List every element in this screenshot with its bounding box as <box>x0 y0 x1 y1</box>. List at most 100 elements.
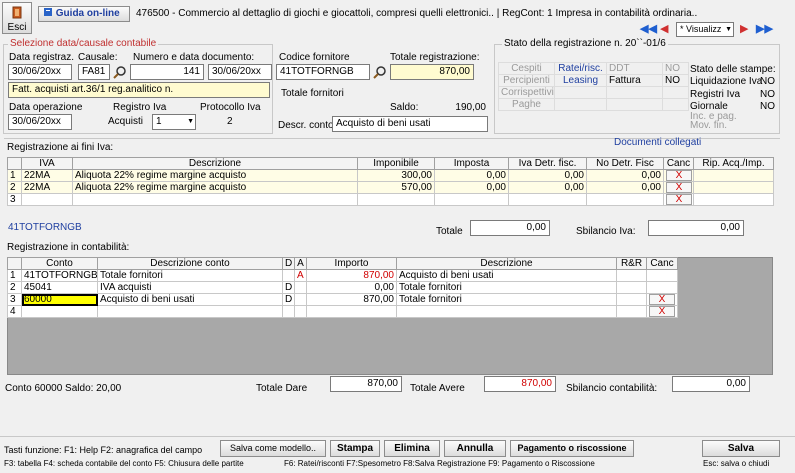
iva-detr-cell[interactable] <box>508 193 587 206</box>
descr-conto-cell[interactable]: Totale fornitori <box>97 269 283 282</box>
delete-row-button[interactable]: X <box>649 294 675 305</box>
descr-conto-cell[interactable] <box>97 305 283 318</box>
importo-cell[interactable]: 870,00 <box>306 293 397 306</box>
row-number: 2 <box>7 181 22 194</box>
iva-table: IVA Descrizione Imponibile Imposta Iva D… <box>7 157 774 206</box>
table-row[interactable]: 2 22MA Aliquota 22% regime margine acqui… <box>7 181 774 194</box>
imposta-cell[interactable]: 0,00 <box>434 169 509 182</box>
rr-cell[interactable] <box>616 281 647 294</box>
conto-cell-active[interactable]: 60000 <box>21 293 98 306</box>
stato-cell <box>662 98 689 111</box>
descr-conto-field[interactable]: Acquisto di beni usati <box>332 116 488 132</box>
rr-cell[interactable] <box>616 305 647 318</box>
search-icon[interactable] <box>373 66 386 79</box>
dare-cell[interactable] <box>282 269 295 282</box>
table-row[interactable]: 2 45041 IVA acquisti D 0,00 Totale forni… <box>7 281 678 294</box>
iva-header: IVA <box>21 157 73 170</box>
dare-cell[interactable] <box>282 305 295 318</box>
conto-cell[interactable]: 45041 <box>21 281 98 294</box>
imposta-cell[interactable]: 0,00 <box>434 181 509 194</box>
avere-cell[interactable] <box>294 305 307 318</box>
importo-cell[interactable]: 870,00 <box>306 269 397 282</box>
iva-detr-cell[interactable]: 0,00 <box>508 169 587 182</box>
codice-fornitore-field[interactable]: 41TOTFORNGB <box>276 64 370 80</box>
nav-prev-icon[interactable]: ◀ <box>660 22 672 36</box>
rip-cell[interactable] <box>693 169 774 182</box>
salva-button[interactable]: Salva <box>702 440 780 457</box>
dare-cell[interactable]: D <box>282 281 295 294</box>
iva-code-cell[interactable]: 22MA <box>21 169 73 182</box>
nav-next-icon[interactable]: ▶ <box>740 22 752 36</box>
avere-cell[interactable] <box>294 281 307 294</box>
table-row[interactable]: 1 41TOTFORNGB Totale fornitori A 870,00 … <box>7 269 678 282</box>
annulla-button[interactable]: Annulla <box>444 440 506 457</box>
iva-descr-cell[interactable] <box>72 193 358 206</box>
iva-code-cell[interactable] <box>21 193 73 206</box>
conto-cell[interactable]: 41TOTFORNGB <box>21 269 98 282</box>
stato-cell: Percipienti <box>498 74 555 87</box>
imponibile-cell[interactable]: 300,00 <box>357 169 435 182</box>
delete-row-button[interactable]: X <box>666 194 692 205</box>
delete-row-button[interactable]: X <box>649 306 675 317</box>
esci-button[interactable]: Esci <box>2 2 32 34</box>
iva-descr-cell[interactable]: Aliquota 22% regime margine acquisto <box>72 181 358 194</box>
stampa-button[interactable]: Stampa <box>330 440 380 457</box>
imposta-cell[interactable] <box>434 193 509 206</box>
no-detr-cell[interactable]: 0,00 <box>586 169 664 182</box>
causale-field[interactable]: FA81 <box>78 64 110 80</box>
table-row[interactable]: 3 X <box>7 193 774 206</box>
descr-conto-cell[interactable]: Acquisto di beni usati <box>97 293 283 306</box>
totale-reg-field[interactable]: 870,00 <box>390 64 474 80</box>
elimina-button[interactable]: Elimina <box>384 440 440 457</box>
numero-field[interactable]: 141 <box>130 64 204 80</box>
registro-select[interactable]: 1 ▼ <box>152 114 196 130</box>
rip-cell[interactable] <box>693 181 774 194</box>
view-select[interactable]: * Visualizz ▼ <box>676 22 734 37</box>
chevron-down-icon: ▼ <box>725 26 732 33</box>
delete-row-button[interactable]: X <box>666 170 692 181</box>
stato-cell <box>662 86 689 99</box>
rip-cell[interactable] <box>693 193 774 206</box>
no-detr-cell[interactable] <box>586 193 664 206</box>
nav-first-icon[interactable]: ◀◀ <box>640 22 657 36</box>
descrizione-cell[interactable] <box>396 305 617 318</box>
totale-reg-label: Totale registrazione: <box>390 52 480 63</box>
descr-causale-field[interactable]: Fatt. acquisti art.36/1 reg.analitico n. <box>8 82 270 98</box>
salva-modello-button[interactable]: Salva come modello.. <box>220 440 326 457</box>
descr-conto-cell[interactable]: IVA acquisti <box>97 281 283 294</box>
importo-cell[interactable] <box>306 305 397 318</box>
avere-cell[interactable] <box>294 293 307 306</box>
search-icon[interactable] <box>113 66 126 79</box>
descrizione-cell[interactable]: Totale fornitori <box>396 293 617 306</box>
iva-totale-field: 0,00 <box>470 220 550 236</box>
imponibile-cell[interactable] <box>357 193 435 206</box>
iva-code-cell[interactable]: 22MA <box>21 181 73 194</box>
avere-cell[interactable]: A <box>294 269 307 282</box>
pagamento-button[interactable]: Pagamento o riscossione <box>510 440 634 457</box>
contabilita-header: R&R <box>616 257 647 270</box>
stampa-liquidazione-value: NO <box>760 76 775 87</box>
rr-cell[interactable] <box>616 269 647 282</box>
iva-detr-cell[interactable]: 0,00 <box>508 181 587 194</box>
iva-header: Canc <box>663 157 694 170</box>
data-reg-field[interactable]: 30/06/20xx <box>8 64 72 80</box>
table-row[interactable]: 1 22MA Aliquota 22% regime margine acqui… <box>7 169 774 182</box>
delete-row-button[interactable]: X <box>666 182 692 193</box>
conto-cell[interactable] <box>21 305 98 318</box>
no-detr-cell[interactable]: 0,00 <box>586 181 664 194</box>
table-row[interactable]: 4 X <box>7 305 678 318</box>
iva-descr-cell[interactable]: Aliquota 22% regime margine acquisto <box>72 169 358 182</box>
nav-last-icon[interactable]: ▶▶ <box>756 22 773 36</box>
documenti-collegati-link[interactable]: Documenti collegati <box>614 137 701 148</box>
imponibile-cell[interactable]: 570,00 <box>357 181 435 194</box>
data-op-field[interactable]: 30/06/20xx <box>8 114 72 130</box>
descrizione-cell[interactable]: Acquisto di beni usati <box>396 269 617 282</box>
guida-online-button[interactable]: Guida on-line <box>38 6 130 22</box>
importo-cell[interactable]: 0,00 <box>306 281 397 294</box>
descrizione-cell[interactable]: Totale fornitori <box>396 281 617 294</box>
rr-cell[interactable] <box>616 293 647 306</box>
table-row[interactable]: 3 60000 Acquisto di beni usati D 870,00 … <box>7 293 678 306</box>
stato-cell: DDT <box>606 62 663 75</box>
data-doc-field[interactable]: 30/06/20xx <box>208 64 272 80</box>
dare-cell[interactable]: D <box>282 293 295 306</box>
